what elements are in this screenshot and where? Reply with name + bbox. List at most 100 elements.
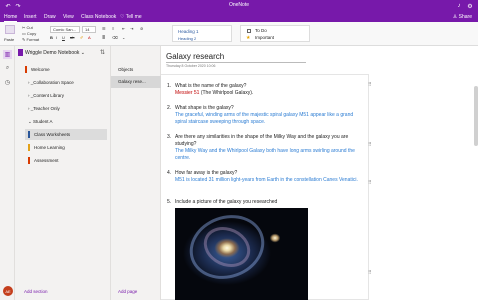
chevron-down-icon[interactable]: ⌄	[122, 35, 125, 40]
sections-pane: Wriggle Demo Notebook ⌄ ⇅ Welcome › _Col…	[15, 46, 111, 300]
section-label: Home Learning	[34, 145, 65, 150]
paragraph-handle-icon[interactable]: ⠿	[368, 180, 372, 186]
tag-important[interactable]: Important	[255, 35, 274, 40]
page-item[interactable]: Objects	[111, 64, 161, 76]
section-group-collaboration[interactable]: › _Collaboration Space	[22, 77, 107, 88]
page-date: Thursday 8 October 2020 10:06	[166, 64, 216, 68]
question-number: 1.	[167, 83, 172, 89]
answer-2[interactable]: The graceful, winding arms of the majest…	[175, 112, 365, 126]
section-welcome[interactable]: Welcome	[22, 64, 107, 75]
style-heading-1[interactable]: Heading 1	[178, 29, 199, 34]
outdent-icon[interactable]: ⇤	[122, 26, 125, 31]
highlight-icon[interactable]: ✐	[80, 35, 83, 40]
align-icon[interactable]: ≣	[102, 35, 105, 40]
bold-button[interactable]: B	[50, 35, 53, 40]
indent-icon[interactable]: ⇥	[130, 26, 133, 31]
font-size-select[interactable]: 14	[82, 26, 96, 33]
section-label: _Teacher Only	[30, 106, 60, 111]
font-family-select[interactable]: Comic San...	[50, 26, 80, 33]
section-color-tab	[28, 131, 30, 138]
section-color-tab	[25, 66, 27, 73]
vertical-scrollbar[interactable]	[474, 86, 478, 146]
tab-view[interactable]: View	[63, 14, 74, 20]
app-title: OneNote	[228, 2, 249, 8]
page-title[interactable]: Galaxy research	[166, 52, 224, 61]
add-page-button[interactable]: Add page	[118, 289, 137, 294]
cut-button[interactable]: ✂ Cut	[22, 25, 33, 30]
section-group-teacher-only[interactable]: › _Teacher Only	[22, 103, 107, 114]
section-color-tab	[28, 144, 30, 151]
paste-button[interactable]: Paste	[4, 37, 14, 42]
add-page-label: Add page	[118, 289, 138, 294]
gear-icon[interactable]: ⚙	[466, 2, 474, 10]
question-text: Are there any similarities in the shape …	[175, 134, 349, 147]
eraser-icon[interactable]: ⌫	[112, 35, 118, 40]
sort-icon[interactable]: ⇅	[100, 49, 105, 56]
style-heading-2[interactable]: Heading 2	[178, 36, 196, 41]
section-label: Student A	[33, 119, 53, 124]
search-icon[interactable]: ⌕	[3, 64, 12, 73]
section-label: Welcome	[31, 67, 50, 72]
notebooks-icon[interactable]: ▥	[3, 50, 12, 59]
chevron-down-icon: ⌄	[80, 49, 85, 56]
title-underline	[166, 62, 306, 63]
answer-1[interactable]: Messier 51 (The Whirlpool Galaxy).	[175, 90, 365, 97]
share-button[interactable]: ♙ Share	[453, 14, 472, 20]
tags-gallery[interactable]: To Do ★ Important	[240, 25, 310, 42]
question-number: 2.	[167, 105, 172, 111]
bell-icon[interactable]: ♪	[455, 2, 463, 10]
paragraph-handle-icon[interactable]: ⠿	[368, 142, 372, 148]
strikethrough-button[interactable]: ab	[70, 35, 74, 40]
italic-button[interactable]: I	[56, 35, 57, 40]
ribbon: Paste ✂ Cut ▭ Copy ✎ Format Comic San...…	[0, 22, 478, 46]
tab-class-notebook[interactable]: Class Notebook	[81, 14, 116, 20]
page-canvas[interactable]: Galaxy research Thursday 8 October 2020 …	[161, 46, 478, 300]
answer-4[interactable]: M51 is located 31 million light-years fr…	[175, 177, 365, 184]
notebook-name: Wriggle Demo Notebook	[25, 49, 80, 56]
avatar[interactable]: AE	[3, 286, 13, 296]
tab-home[interactable]: Home	[4, 14, 18, 22]
clipboard-icon	[5, 25, 15, 34]
copy-label: Copy	[26, 31, 37, 36]
section-group-content-library[interactable]: › _Content Library	[22, 90, 107, 101]
clear-format-icon[interactable]: ⊘	[140, 26, 143, 31]
question-text: How far away is the galaxy?	[175, 170, 238, 176]
section-label: Class Worksheets	[34, 132, 71, 137]
tag-to-do[interactable]: To Do	[255, 28, 267, 33]
question-text: Include a picture of the galaxy you rese…	[175, 199, 278, 205]
star-icon: ★	[246, 35, 251, 41]
nav-rail: ▥ ⌕ ◷ AE	[0, 46, 15, 300]
font-color-icon[interactable]: A	[88, 35, 91, 40]
underline-button[interactable]: U	[62, 35, 65, 40]
notebook-switcher[interactable]: Wriggle Demo Notebook ⌄	[18, 49, 108, 59]
format-painter-button[interactable]: ✎ Format	[22, 37, 39, 42]
copy-button[interactable]: ▭ Copy	[22, 31, 36, 36]
tell-me-search[interactable]: ♡ Tell me	[120, 14, 142, 20]
tab-draw[interactable]: Draw	[44, 14, 56, 20]
cut-label: Cut	[26, 25, 33, 30]
question-number: 5.	[167, 199, 172, 205]
tell-me-label: Tell me	[125, 14, 142, 20]
pages-pane: Objects Galaxy rese...	[111, 46, 161, 300]
section-assessment[interactable]: Assessment	[25, 155, 107, 166]
paragraph-handle-icon[interactable]: ⠿	[368, 82, 372, 88]
styles-gallery[interactable]: Heading 1 Heading 2	[172, 25, 232, 42]
note-container[interactable]: 1. What is the name of the galaxy? Messi…	[161, 74, 369, 300]
format-label: Format	[26, 37, 40, 42]
galaxy-image[interactable]	[175, 208, 308, 300]
section-home-learning[interactable]: Home Learning	[25, 142, 107, 153]
question-text: What is the name of the galaxy?	[175, 83, 247, 89]
checkbox-icon	[247, 29, 251, 33]
question-number: 3.	[167, 134, 172, 140]
question-number: 4.	[167, 170, 172, 176]
tab-insert[interactable]: Insert	[24, 14, 37, 20]
answer-3[interactable]: The Milky Way and the Whirlpool Galaxy b…	[175, 148, 365, 162]
section-class-worksheets[interactable]: Class Worksheets	[25, 129, 107, 140]
recent-icon[interactable]: ◷	[3, 78, 12, 87]
bullets-icon[interactable]: ☰	[102, 26, 106, 31]
numbering-icon[interactable]: ≡	[112, 26, 114, 31]
paragraph-handle-icon[interactable]: ⠿	[368, 270, 372, 276]
add-section-button[interactable]: Add section	[24, 289, 48, 294]
section-group-student-a[interactable]: ⌄ Student A	[22, 116, 107, 127]
page-item[interactable]: Galaxy rese...	[111, 76, 161, 88]
